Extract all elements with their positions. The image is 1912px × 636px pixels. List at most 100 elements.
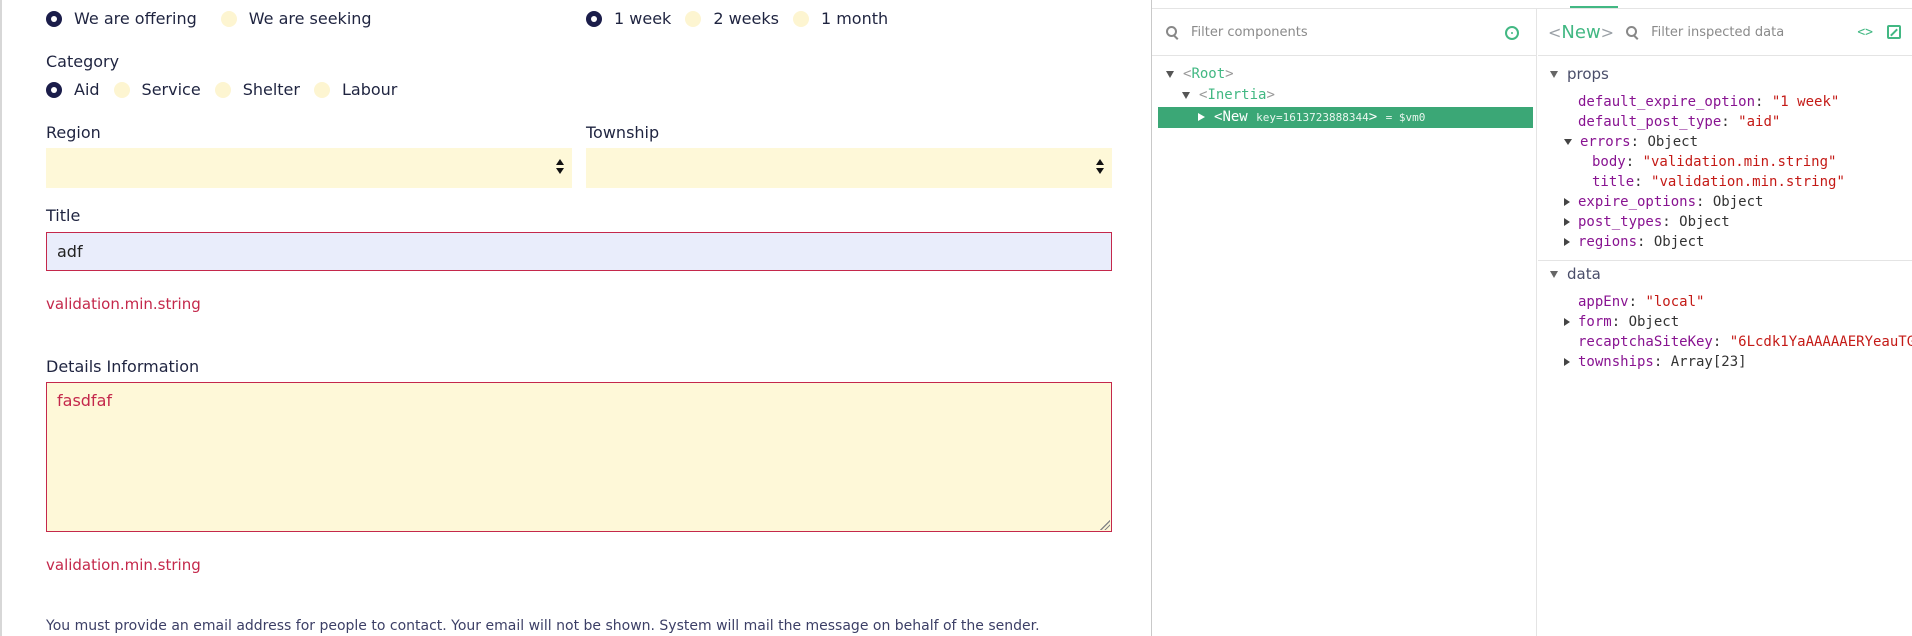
radio-labour[interactable]: Labour [313, 80, 397, 99]
radio-offering[interactable]: We are offering [46, 9, 197, 28]
expand-arrow-icon[interactable] [1550, 71, 1558, 78]
prop-key: errors [1580, 134, 1631, 150]
data-recaptcha-site-key[interactable]: recaptchaSiteKey: "6Lcdk1YaAAAAAERYeauTG [1578, 332, 1912, 352]
expire-radio-group: 1 week 2 weeks 1 month [586, 9, 902, 28]
post-form: We are offering We are seeking 1 week 2 … [0, 0, 1151, 636]
prop-value: "validation.min.string" [1642, 154, 1837, 170]
radio-shelter[interactable]: Shelter [214, 80, 300, 99]
devtools-topbar [1152, 0, 1912, 9]
prop-key: default_post_type [1578, 114, 1722, 130]
collapse-arrow-icon[interactable] [1564, 358, 1570, 366]
details-error: validation.min.string [46, 556, 201, 574]
radio-1-week[interactable]: 1 week [586, 9, 671, 28]
tree-node-inertia[interactable]: <Inertia> [1182, 85, 1275, 106]
components-panel: Filter components <Root> <Inertia> <New … [1152, 9, 1537, 636]
data-form[interactable]: form: Object [1564, 312, 1679, 332]
prop-value: Object [1628, 314, 1680, 330]
data-app-env[interactable]: appEnv: "local" [1578, 292, 1704, 312]
tree-node-root-name: Root [1191, 66, 1226, 82]
data-title-text: data [1567, 265, 1601, 283]
vue-devtools-pane: Filter components <Root> <Inertia> <New … [1151, 0, 1912, 636]
open-in-editor-icon[interactable] [1887, 25, 1901, 39]
radio-offering-indicator[interactable] [46, 10, 62, 27]
collapse-arrow-icon[interactable] [1564, 238, 1570, 246]
prop-key: default_expire_option [1578, 94, 1756, 110]
expand-arrow-icon[interactable] [1166, 70, 1174, 78]
radio-2-weeks-label: 2 weeks [713, 9, 779, 28]
prop-expire-options[interactable]: expire_options: Object [1564, 192, 1763, 212]
details-textarea[interactable]: fasdfaf [46, 382, 1112, 532]
props-section-title[interactable]: props [1550, 65, 1609, 83]
radio-2-weeks-indicator[interactable] [685, 10, 702, 27]
radio-labour-indicator[interactable] [313, 81, 330, 98]
radio-service[interactable]: Service [113, 80, 201, 99]
title-error: validation.min.string [46, 295, 201, 313]
tree-node-root[interactable]: <Root> [1166, 64, 1234, 85]
data-townships[interactable]: townships: Array[23] [1564, 352, 1747, 372]
prop-value: Array[23] [1670, 354, 1747, 370]
township-select[interactable] [586, 148, 1112, 188]
filter-components-input[interactable]: Filter components [1191, 25, 1308, 40]
details-text: fasdfaf [57, 391, 112, 410]
prop-key: post_types [1578, 214, 1663, 230]
collapse-arrow-icon[interactable] [1564, 218, 1570, 226]
collapse-arrow-icon[interactable] [1564, 198, 1570, 206]
title-input[interactable]: adf [46, 232, 1112, 271]
prop-default-expire-option[interactable]: default_expire_option: "1 week" [1578, 92, 1839, 112]
collapse-arrow-icon[interactable] [1564, 318, 1570, 326]
select-arrows-icon [1096, 159, 1104, 177]
inspected-component-name: <New> [1548, 21, 1615, 43]
title-label: Title [46, 206, 81, 225]
prop-default-post-type[interactable]: default_post_type: "aid" [1578, 112, 1780, 132]
prop-value: Object [1647, 134, 1699, 150]
radio-2-weeks[interactable]: 2 weeks [685, 9, 779, 28]
radio-1-month-indicator[interactable] [792, 10, 809, 27]
prop-value: "aid" [1738, 114, 1781, 130]
radio-shelter-label: Shelter [242, 80, 300, 99]
tree-node-new[interactable]: <New key=1613723888344> = $vm0 [1158, 107, 1533, 128]
radio-1-week-label: 1 week [614, 9, 672, 28]
prop-errors[interactable]: errors: Object [1564, 132, 1698, 152]
props-title-text: props [1567, 65, 1609, 83]
filter-components-bar[interactable]: Filter components [1152, 9, 1537, 56]
prop-regions[interactable]: regions: Object [1564, 232, 1704, 252]
radio-seeking-indicator[interactable] [220, 10, 237, 27]
radio-seeking-label: We are seeking [248, 9, 372, 28]
inspector-header: <New> Filter inspected data <> [1538, 9, 1912, 56]
radio-1-month[interactable]: 1 month [792, 9, 888, 28]
prop-value: Object [1653, 234, 1705, 250]
code-icon[interactable]: <> [1857, 25, 1873, 40]
radio-shelter-indicator[interactable] [214, 81, 231, 98]
target-icon[interactable] [1505, 26, 1519, 40]
radio-service-indicator[interactable] [113, 81, 130, 98]
data-section-title[interactable]: data [1550, 265, 1601, 283]
prop-value: "validation.min.string" [1651, 174, 1845, 190]
prop-key: body [1592, 154, 1626, 170]
collapse-arrow-icon[interactable] [1198, 113, 1205, 121]
filter-data-input[interactable]: Filter inspected data [1651, 25, 1784, 40]
prop-value: Object [1712, 194, 1764, 210]
offer-type-radio-group: We are offering We are seeking [46, 9, 386, 28]
radio-1-week-indicator[interactable] [586, 10, 602, 27]
region-select[interactable] [46, 148, 572, 188]
prop-post-types[interactable]: post_types: Object [1564, 212, 1730, 232]
prop-value: "local" [1645, 294, 1705, 310]
prop-errors-title[interactable]: title: "validation.min.string" [1592, 172, 1845, 192]
radio-service-label: Service [141, 80, 201, 99]
email-note: You must provide an email address for pe… [46, 618, 1040, 634]
township-label: Township [586, 123, 660, 142]
radio-aid[interactable]: Aid [46, 80, 100, 99]
expand-arrow-icon[interactable] [1550, 271, 1558, 278]
inspector-panel: <New> Filter inspected data <> props def… [1538, 9, 1912, 636]
prop-errors-body[interactable]: body: "validation.min.string" [1592, 152, 1836, 172]
tree-node-new-name: New [1222, 109, 1248, 125]
expand-arrow-icon[interactable] [1182, 91, 1190, 99]
details-label: Details Information [46, 357, 200, 376]
radio-seeking[interactable]: We are seeking [220, 9, 372, 28]
section-divider [1538, 260, 1912, 261]
prop-key: regions [1578, 234, 1638, 250]
resize-grip-icon[interactable] [1100, 520, 1110, 530]
radio-aid-indicator[interactable] [46, 81, 62, 98]
expand-arrow-icon[interactable] [1564, 139, 1572, 145]
search-icon [1166, 25, 1179, 39]
